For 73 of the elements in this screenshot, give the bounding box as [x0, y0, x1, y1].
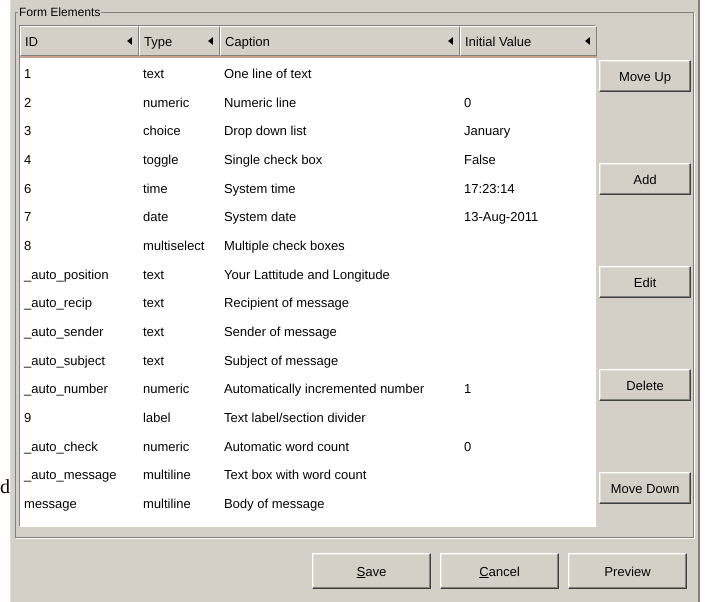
dialog-button[interactable]: Save	[312, 553, 431, 589]
table-cell-text: text	[142, 352, 165, 368]
table-cell-text: Text label/section divider	[223, 410, 367, 426]
table-cell-text: toggle	[142, 152, 180, 167]
side-button[interactable]: Add	[599, 163, 691, 195]
table-cell-text: Sender of message	[223, 324, 338, 340]
table-cell-text: Your Lattitude and Longitude	[223, 266, 391, 282]
table-cell-text: Subject of message	[223, 352, 340, 368]
table-cell-text: _auto_sender	[22, 324, 105, 340]
side-button[interactable]: Move Up	[599, 60, 691, 92]
table-cell-text: date	[142, 209, 170, 224]
table-cell-text: 1	[463, 381, 472, 396]
side-button[interactable]: Delete	[599, 369, 691, 401]
table-cell-text: _auto_recip	[22, 295, 93, 310]
table-cell-text: One line of text	[223, 66, 312, 81]
table-cell-text: _auto_message	[22, 467, 118, 482]
table-cell-text: _auto_number	[22, 381, 109, 396]
table-cell-text: multiline	[142, 467, 192, 482]
table-cell-text: 4	[23, 152, 32, 167]
column-header[interactable]: Initial Value	[460, 26, 597, 56]
side-button[interactable]: Edit	[599, 266, 691, 298]
table-cell-text: 7	[23, 209, 32, 224]
table-cell-text: Single check box	[223, 152, 324, 167]
table-cell-text: text	[142, 66, 165, 81]
sort-arrow-icon	[585, 37, 590, 45]
table-cell-text: text	[142, 295, 165, 310]
table-cell-text: 0	[463, 94, 472, 110]
table-cell-text: multiselect	[142, 238, 206, 253]
table-cell-text: 9	[23, 410, 32, 426]
dialog-button[interactable]: Preview	[568, 553, 687, 589]
table-cell-text: Automatic word count	[223, 438, 350, 454]
table-cell-text: System time	[223, 180, 297, 196]
column-header[interactable]: Type	[139, 26, 220, 56]
group-title: Form Elements	[18, 5, 102, 19]
column-header[interactable]: Caption	[220, 26, 460, 56]
table-cell-text: Numeric line	[223, 94, 298, 110]
table-cell-text: Drop down list	[223, 123, 308, 138]
table-cell-text: numeric	[142, 438, 190, 454]
table-cell-text: multiline	[142, 496, 192, 512]
table-cell-text: 17:23:14	[463, 180, 516, 196]
table-cell-text: Recipient of message	[223, 295, 350, 310]
table-cell-text: 0	[463, 438, 472, 454]
table-cell-text: Text box with word count	[223, 467, 368, 482]
sort-arrow-icon	[127, 37, 132, 45]
table-cell-text: text	[142, 324, 165, 340]
table-cell-text: 6	[23, 180, 32, 196]
table-cell-text: message	[23, 496, 78, 512]
sort-arrow-icon	[448, 37, 453, 45]
table-cell-text: System date	[223, 209, 298, 224]
table-cell-text: _auto_subject	[22, 352, 106, 368]
table-cell-text: numeric	[142, 94, 190, 110]
table-cell-text: _auto_position	[22, 266, 110, 282]
margin-text: d	[0, 476, 10, 499]
table-cell-text: 2	[23, 94, 32, 110]
table-cell-text: numeric	[142, 381, 190, 396]
table-cell-text: choice	[142, 123, 182, 138]
dialog-button[interactable]: Cancel	[440, 553, 559, 589]
table-cell-text: Body of message	[223, 496, 326, 512]
column-header[interactable]: ID	[20, 26, 139, 56]
table-cell-text: Automatically incremented number	[223, 381, 426, 396]
table-cell-text: 8	[23, 238, 32, 253]
table-cell-text: 3	[23, 123, 32, 138]
table-cell-text: 1	[23, 66, 32, 81]
table-cell-text: January	[463, 123, 512, 138]
table-cell-text: time	[142, 180, 169, 196]
table-cell-text: 13-Aug-2011	[463, 209, 540, 224]
table-cell-text: _auto_check	[22, 438, 99, 454]
table-cell-text: label	[142, 410, 172, 426]
side-button[interactable]: Move Down	[599, 472, 691, 504]
table-cell-text: text	[142, 266, 165, 282]
sort-arrow-icon	[208, 37, 213, 45]
table-cell-text: False	[463, 152, 497, 167]
table-cell-text: Multiple check boxes	[223, 238, 346, 253]
